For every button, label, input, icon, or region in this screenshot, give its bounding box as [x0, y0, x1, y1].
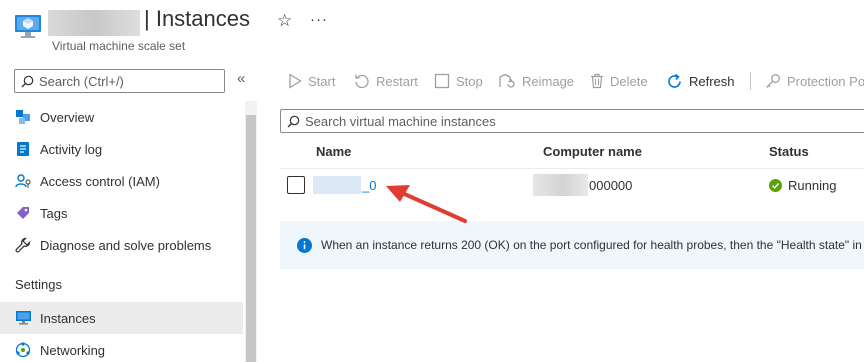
refresh-icon: [668, 73, 681, 88]
activity-log-icon: [14, 140, 32, 158]
search-icon: [287, 115, 300, 127]
sidebar-item-label: Instances: [40, 310, 96, 326]
table-header-divider: [280, 168, 864, 169]
delete-label: Delete: [610, 73, 648, 89]
computer-name-cell: 000000: [589, 178, 633, 193]
instance-name-link[interactable]: _0: [362, 178, 376, 193]
restart-label: Restart: [376, 73, 418, 89]
sidebar-item-label: Overview: [40, 109, 95, 125]
wrench-icon: [14, 236, 32, 254]
overview-icon: [14, 108, 32, 126]
restart-button[interactable]: Restart: [354, 71, 418, 91]
column-header-computer-name[interactable]: Computer name: [543, 144, 642, 159]
sidebar-item-networking[interactable]: Networking: [0, 334, 243, 362]
column-header-status[interactable]: Status: [769, 144, 809, 159]
reimage-label: Reimage: [522, 73, 575, 89]
refresh-button[interactable]: Refresh: [666, 71, 735, 91]
sidebar-scrollbar[interactable]: [245, 101, 257, 362]
iam-icon: [14, 172, 32, 190]
column-header-name[interactable]: Name: [316, 144, 351, 159]
collapse-sidebar-button[interactable]: «: [237, 70, 245, 87]
resource-name-redacted: [48, 10, 140, 36]
page-title: | Instances: [144, 6, 250, 31]
more-options-button[interactable]: ···: [310, 11, 328, 28]
stop-icon: [434, 73, 450, 89]
sidebar-item-label: Diagnose and solve problems: [40, 237, 212, 253]
status-text: Running: [788, 178, 837, 193]
start-label: Start: [308, 73, 336, 89]
protection-policy-button[interactable]: Protection Po: [765, 71, 864, 91]
network-icon: [14, 341, 32, 359]
vm-icon: [14, 309, 32, 327]
sidebar-item-label: Networking: [40, 342, 106, 358]
instance-name-redacted[interactable]: [313, 176, 361, 194]
info-banner-text: When an instance returns 200 (OK) on the…: [321, 238, 862, 252]
sidebar-item-label: Access control (IAM): [40, 173, 160, 189]
reimage-icon: [499, 73, 515, 88]
page-subtitle: Virtual machine scale set: [52, 39, 186, 53]
instances-search-input[interactable]: Search virtual machine instances: [280, 109, 864, 133]
settings-section-header: Settings: [15, 277, 62, 292]
toolbar-divider: [750, 72, 751, 90]
vmss-icon: [15, 15, 41, 38]
key-icon: [766, 74, 780, 88]
instances-search-placeholder: Search virtual machine instances: [305, 113, 496, 129]
sidebar-item-label: Tags: [40, 205, 68, 221]
star-icon[interactable]: ☆: [277, 11, 292, 31]
sidebar-item-instances[interactable]: Instances: [0, 302, 243, 334]
reimage-button[interactable]: Reimage: [498, 71, 574, 91]
protection-policy-label: Protection Po: [787, 73, 864, 89]
row-select-checkbox[interactable]: [287, 176, 305, 194]
sidebar-item-activity-log[interactable]: Activity log: [0, 133, 243, 165]
scrollbar-thumb[interactable]: [246, 115, 256, 362]
play-icon: [289, 73, 302, 89]
stop-button[interactable]: Stop: [434, 71, 483, 91]
success-check-icon: [769, 179, 782, 192]
start-button[interactable]: Start: [288, 71, 335, 91]
sidebar-search-input[interactable]: Search (Ctrl+/): [14, 69, 225, 93]
health-info-banner: When an instance returns 200 (OK) on the…: [280, 221, 864, 269]
delete-button[interactable]: Delete: [590, 71, 648, 91]
sidebar-item-tags[interactable]: Tags: [0, 197, 243, 229]
sidebar-search-placeholder: Search (Ctrl+/): [39, 73, 124, 89]
tag-icon: [14, 204, 32, 222]
status-cell: Running: [769, 178, 836, 193]
search-icon: [21, 75, 34, 87]
restart-icon: [355, 74, 369, 89]
sidebar-item-overview[interactable]: Overview: [0, 101, 243, 133]
refresh-label: Refresh: [689, 73, 735, 89]
sidebar-item-access-control[interactable]: Access control (IAM): [0, 165, 243, 197]
trash-icon: [591, 73, 603, 89]
sidebar-item-diagnose[interactable]: Diagnose and solve problems: [0, 229, 243, 261]
sidebar-item-label: Activity log: [40, 141, 103, 157]
info-icon: [297, 237, 312, 253]
stop-label: Stop: [456, 73, 483, 89]
computer-name-redacted: [533, 174, 588, 196]
